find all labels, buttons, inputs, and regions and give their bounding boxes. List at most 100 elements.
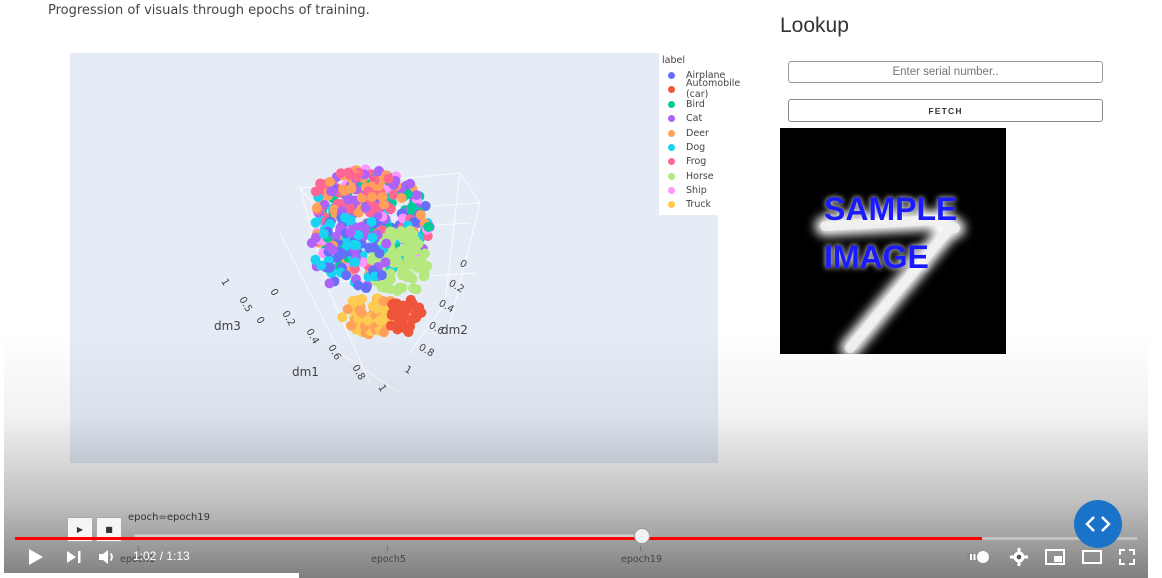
scatter-point bbox=[324, 176, 335, 187]
scatter-point bbox=[347, 295, 358, 306]
gear-icon bbox=[1010, 548, 1028, 566]
miniplayer-icon bbox=[1045, 549, 1065, 565]
next-button[interactable] bbox=[63, 545, 85, 569]
legend-label: Bird bbox=[686, 98, 705, 110]
scatter-point bbox=[385, 226, 396, 237]
page-edge bbox=[4, 573, 299, 578]
epoch-slider-handle[interactable] bbox=[634, 528, 650, 544]
scatter-point bbox=[383, 173, 394, 184]
play-icon: ▶ bbox=[76, 525, 84, 534]
epoch-current-label: epoch=epoch19 bbox=[128, 512, 211, 523]
scatter-point bbox=[415, 210, 426, 221]
scatter-point bbox=[362, 315, 373, 326]
scatter-point bbox=[369, 242, 380, 253]
scatter-point bbox=[339, 185, 350, 196]
dm2-tick-label: 1 bbox=[403, 364, 414, 377]
legend-item-cat[interactable]: Cat bbox=[668, 111, 702, 125]
scatter-point bbox=[392, 255, 403, 266]
scatter-point bbox=[360, 202, 371, 213]
video-progress-played bbox=[15, 537, 983, 540]
scatter-point bbox=[337, 312, 348, 323]
scatter-point bbox=[414, 302, 425, 313]
dm3-tick-label: 1 bbox=[218, 277, 231, 288]
scatter-point bbox=[423, 221, 434, 232]
legend-item-ship[interactable]: Ship bbox=[668, 183, 707, 197]
autoplay-toggle-icon bbox=[967, 551, 990, 563]
dm2-tick-label: 0 bbox=[458, 258, 469, 271]
fetch-button[interactable]: FETCH bbox=[788, 99, 1103, 122]
volume-icon bbox=[99, 550, 113, 564]
legend-item-truck[interactable]: Truck bbox=[668, 197, 711, 211]
theater-icon bbox=[1082, 550, 1102, 564]
scatter-3d-plot[interactable]: 0 0.2 0.4 0.6 0.8 1 0 0.2 0.4 0.6 0.8 1 0 0.5 1 dm2 dm1 d… bbox=[70, 53, 718, 463]
legend-item-frog[interactable]: Frog bbox=[668, 154, 706, 168]
scatter-point bbox=[324, 262, 335, 273]
legend-marker bbox=[668, 129, 675, 137]
scatter-point bbox=[335, 168, 346, 179]
legend-marker bbox=[668, 172, 675, 180]
legend-marker bbox=[668, 85, 675, 93]
scatter-point bbox=[360, 223, 371, 234]
dm3-tick-label: 0 bbox=[253, 315, 266, 326]
sample-digit-image: SAMPLE SAMPLE IMAGE IMAGE bbox=[815, 191, 965, 358]
dm3-axis-title: dm3 bbox=[214, 319, 241, 333]
stop-icon: ■ bbox=[105, 525, 113, 534]
legend-label: Dog bbox=[686, 141, 706, 153]
dm2-tick-label: 0.2 bbox=[447, 278, 466, 295]
serial-number-input[interactable] bbox=[788, 61, 1103, 83]
next-icon bbox=[67, 551, 81, 563]
scatter-point bbox=[407, 253, 418, 264]
scatter-point bbox=[385, 268, 396, 279]
scatter-point bbox=[407, 273, 418, 284]
play-button[interactable] bbox=[22, 545, 48, 569]
scatter-point bbox=[381, 238, 392, 249]
dm1-tick-label: 0.2 bbox=[279, 309, 296, 328]
video-frame[interactable]: Progression of visuals through epochs of… bbox=[4, 0, 1148, 578]
volume-button[interactable] bbox=[97, 545, 119, 569]
sample-text-line2: IMAGE bbox=[824, 239, 929, 275]
sample-text-line1: SAMPLE bbox=[824, 191, 957, 227]
legend-label: Truck bbox=[686, 198, 712, 210]
scatter-point bbox=[394, 321, 405, 332]
legend-item-dog[interactable]: Dog bbox=[668, 140, 705, 154]
dm1-tick-label: 0.4 bbox=[303, 327, 320, 346]
scatter-point bbox=[392, 285, 403, 296]
legend-marker bbox=[668, 114, 675, 122]
legend-marker bbox=[668, 186, 675, 194]
scatter-point bbox=[337, 248, 348, 259]
slider-tick bbox=[387, 546, 388, 551]
legend-item-bird[interactable]: Bird bbox=[668, 97, 705, 111]
scatter-point bbox=[406, 202, 417, 213]
scatter-point bbox=[367, 191, 378, 202]
scatter-point bbox=[351, 240, 362, 251]
scatter-point bbox=[372, 303, 383, 314]
dm1-axis-title: dm1 bbox=[292, 365, 319, 379]
plot-legend[interactable]: label Airplane Automobile (car) Bird Cat… bbox=[659, 53, 765, 215]
legend-item-automobile[interactable]: Automobile (car) bbox=[668, 78, 765, 100]
legend-marker bbox=[668, 157, 675, 165]
scatter-3d-canvas[interactable]: 00.20.40.60.8100.20.40.60.8100.51dm2dm1d… bbox=[70, 53, 718, 463]
theater-mode-button[interactable] bbox=[1080, 545, 1104, 569]
scatter-point bbox=[327, 244, 338, 255]
scatter-point bbox=[345, 227, 356, 238]
scatter-point bbox=[315, 178, 326, 189]
dm1-tick-label: 1 bbox=[375, 383, 388, 394]
legend-marker bbox=[668, 100, 675, 108]
scatter-point bbox=[396, 193, 407, 204]
legend-marker bbox=[668, 200, 675, 208]
legend-label: Horse bbox=[686, 170, 714, 182]
scatter-point bbox=[379, 282, 390, 293]
fullscreen-button[interactable] bbox=[1116, 545, 1138, 569]
legend-marker bbox=[668, 71, 675, 79]
embed-button[interactable] bbox=[1074, 500, 1122, 548]
legend-item-horse[interactable]: Horse bbox=[668, 169, 714, 183]
code-icon bbox=[1085, 516, 1111, 532]
settings-button[interactable] bbox=[1008, 545, 1030, 569]
scatter-point bbox=[316, 260, 327, 271]
legend-item-deer[interactable]: Deer bbox=[668, 126, 709, 140]
scatter-point bbox=[318, 228, 329, 239]
scatter-point bbox=[419, 248, 430, 259]
miniplayer-button[interactable] bbox=[1043, 545, 1067, 569]
autoplay-toggle[interactable] bbox=[966, 545, 992, 569]
scatter-point bbox=[396, 303, 407, 314]
